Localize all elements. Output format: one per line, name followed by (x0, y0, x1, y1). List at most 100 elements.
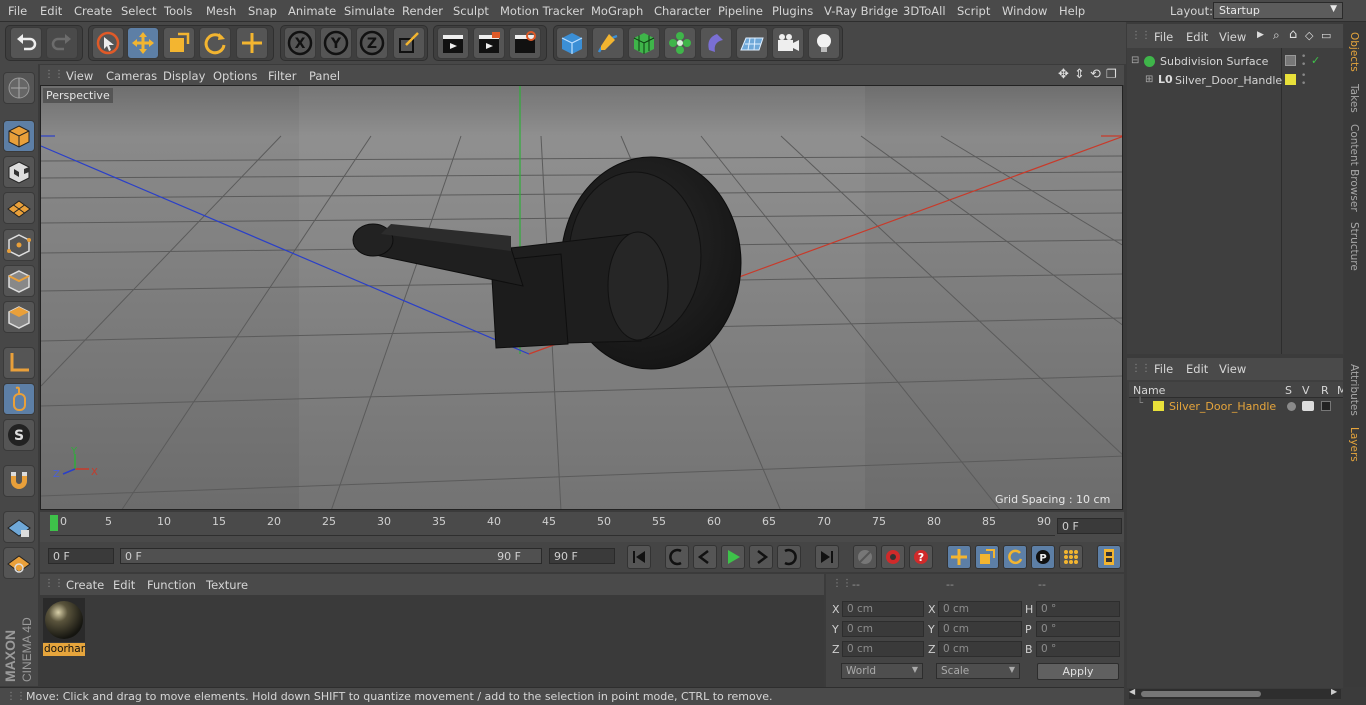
start-frame-field[interactable]: 0 F (48, 548, 114, 564)
move-tool-button[interactable] (127, 27, 159, 59)
coordinate-system-button[interactable] (393, 27, 425, 59)
key-scale-button[interactable] (975, 545, 999, 569)
viewport-menu-panel[interactable]: Panel (309, 69, 340, 83)
tab-attributes[interactable]: Attributes (1348, 364, 1360, 416)
menu-file[interactable]: File (8, 4, 27, 18)
menu-motion-tracker[interactable]: Motion Tracker (500, 4, 584, 18)
menu-3dtoall[interactable]: 3DToAll (903, 4, 946, 18)
apply-button[interactable]: Apply (1037, 663, 1119, 680)
render-picture-viewer-button[interactable] (473, 27, 505, 59)
visibility-dots-icon[interactable]: • • (1301, 53, 1306, 70)
size-z-field[interactable]: 0 cm (938, 641, 1022, 657)
menu-help[interactable]: Help (1059, 4, 1085, 18)
tab-objects[interactable]: Objects (1348, 32, 1360, 72)
record-active-button[interactable] (853, 545, 877, 569)
scrollbar-thumb[interactable] (1141, 691, 1261, 697)
layer-icon[interactable] (1285, 55, 1296, 66)
viewport-move-icon[interactable]: ✥ (1058, 67, 1069, 82)
perspective-viewport[interactable]: X Y Z (40, 85, 1123, 510)
visibility-dots-icon[interactable]: • • (1301, 72, 1306, 89)
render-settings-button[interactable] (509, 27, 541, 59)
expand-icon[interactable]: ⊞ (1145, 74, 1153, 85)
scroll-left-icon[interactable]: ◀ (1129, 687, 1135, 696)
layer-name[interactable]: Silver_Door_Handle (1169, 400, 1276, 413)
menu-plugins[interactable]: Plugins (772, 4, 813, 18)
layers-horizontal-scrollbar[interactable]: ◀ ▶ (1129, 687, 1341, 699)
camera-label[interactable]: Perspective (43, 88, 113, 103)
cube-object-button[interactable] (556, 27, 588, 59)
viewport-rotate-icon[interactable]: ⟲ (1090, 67, 1101, 82)
menu-window[interactable]: Window (1002, 4, 1047, 18)
undo-button[interactable] (10, 27, 42, 59)
scale-tool-button[interactable] (163, 27, 195, 59)
pos-y-field[interactable]: 0 cm (842, 621, 924, 637)
menu-pipeline[interactable]: Pipeline (718, 4, 763, 18)
material-swatch[interactable]: doorhar (43, 598, 85, 656)
light-object-button[interactable] (808, 27, 840, 59)
menu-character[interactable]: Character (654, 4, 711, 18)
layers-menu-edit[interactable]: Edit (1186, 362, 1208, 376)
polygons-mode-button[interactable] (3, 301, 35, 333)
render-view-button[interactable] (437, 27, 469, 59)
last-tool-button[interactable] (236, 27, 268, 59)
world-dropdown[interactable]: World ▼ (841, 663, 923, 679)
workplane-mode-button[interactable] (3, 192, 35, 224)
menu-animate[interactable]: Animate (288, 4, 336, 18)
grip-icon[interactable]: ⋮⋮ (832, 578, 852, 589)
layers-menu-file[interactable]: File (1154, 362, 1173, 376)
rot-p-field[interactable]: 0 ° (1036, 621, 1120, 637)
snapping-button[interactable] (3, 465, 35, 497)
cloner-button[interactable] (664, 27, 696, 59)
grip-icon[interactable]: ⋮⋮ (1131, 30, 1151, 41)
column-manager[interactable]: M (1337, 384, 1343, 397)
previous-frame-button[interactable] (693, 545, 717, 569)
back-icon[interactable]: ◇ (1305, 29, 1313, 42)
go-to-end-button[interactable] (815, 545, 839, 569)
previous-key-button[interactable] (665, 545, 689, 569)
solo-toggle-icon[interactable] (1287, 402, 1296, 411)
objects-menu-file[interactable]: File (1154, 30, 1173, 44)
column-solo[interactable]: S (1285, 384, 1292, 397)
enabled-check-icon[interactable]: ✓ (1311, 54, 1320, 67)
key-parameter-button[interactable]: P (1031, 545, 1055, 569)
viewport-zoom-icon[interactable]: ⇕ (1074, 67, 1085, 82)
objects-menu-edit[interactable]: Edit (1186, 30, 1208, 44)
tab-structure[interactable]: Structure (1348, 222, 1360, 271)
pos-z-field[interactable]: 0 cm (842, 641, 924, 657)
layer-row-silver-door-handle[interactable]: └ Silver_Door_Handle (1129, 398, 1343, 415)
menu-edit[interactable]: Edit (40, 4, 62, 18)
search-icon[interactable]: ⌕ (1273, 28, 1280, 43)
object-row-subdivision-surface[interactable]: ⊟ Subdivision Surface • • ✓ (1131, 53, 1341, 71)
object-name[interactable]: Silver_Door_Handle (1175, 74, 1282, 87)
pos-x-field[interactable]: 0 cm (842, 601, 924, 617)
playhead-marker[interactable] (50, 515, 58, 531)
grip-icon[interactable]: ⋮⋮ (44, 578, 64, 589)
material-name-label[interactable]: doorhar (43, 643, 85, 656)
scale-dropdown[interactable]: Scale ▼ (936, 663, 1020, 679)
size-y-field[interactable]: 0 cm (938, 621, 1022, 637)
menu-render[interactable]: Render (402, 4, 443, 18)
scroll-right-icon[interactable]: ▶ (1331, 687, 1337, 696)
grip-icon[interactable]: ⋮⋮ (44, 69, 64, 80)
next-frame-button[interactable] (749, 545, 773, 569)
column-name[interactable]: Name (1133, 384, 1165, 397)
home-icon[interactable]: ⌂ (1289, 27, 1297, 42)
viewport-menu-cameras[interactable]: Cameras (106, 69, 157, 83)
make-editable-button[interactable] (3, 72, 35, 104)
frame-range-slider[interactable]: 0 F 90 F (120, 548, 542, 564)
menu-mesh[interactable]: Mesh (206, 4, 236, 18)
pen-spline-button[interactable] (592, 27, 624, 59)
play-button[interactable] (721, 545, 745, 569)
key-position-button[interactable] (947, 545, 971, 569)
floor-object-button[interactable] (736, 27, 768, 59)
object-name[interactable]: Subdivision Surface (1160, 55, 1268, 68)
points-mode-button[interactable] (3, 229, 35, 261)
layer-color-icon[interactable] (1285, 74, 1296, 85)
grip-icon[interactable]: ⋮⋮ (1131, 363, 1151, 374)
menu-sculpt[interactable]: Sculpt (453, 4, 489, 18)
menu-script[interactable]: Script (957, 4, 990, 18)
next-key-button[interactable] (777, 545, 801, 569)
layout-select[interactable]: Startup ▼ (1213, 2, 1343, 19)
column-visible[interactable]: V (1302, 384, 1310, 397)
key-rotation-button[interactable] (1003, 545, 1027, 569)
